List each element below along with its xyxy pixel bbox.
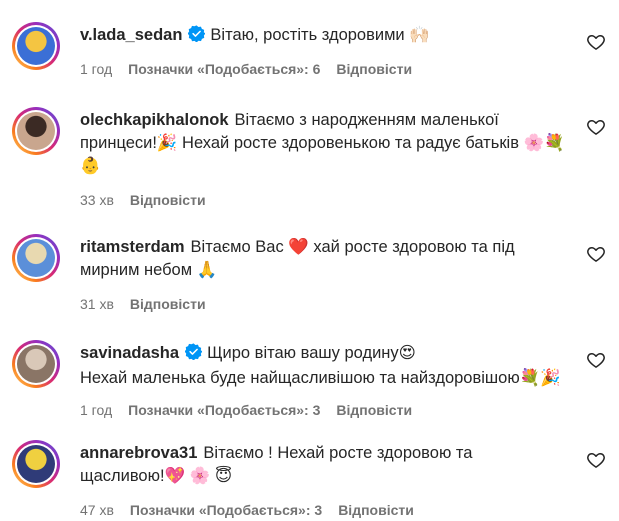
comment-text: olechkapikhalonok Вітаємо з народженням м… bbox=[80, 109, 575, 178]
comment-time[interactable]: 1 год bbox=[80, 61, 112, 77]
avatar[interactable] bbox=[12, 440, 60, 488]
comment-text-line: 👶 bbox=[80, 157, 101, 175]
comment-meta: 1 год Позначки «Подобається»: 3 Відповісти bbox=[80, 402, 428, 418]
avatar[interactable] bbox=[12, 340, 60, 388]
heart-outline-icon[interactable] bbox=[586, 450, 606, 470]
avatar-photo bbox=[17, 112, 55, 150]
username-link[interactable]: ritamsterdam bbox=[80, 238, 185, 256]
comment-text-line: Вітаємо з народженням маленької bbox=[234, 111, 499, 129]
comment-line: принцеси!🎉 Нехай росте здоровенькою та р… bbox=[80, 132, 575, 155]
comment-text-line: Нехай маленька буде найщасливішою та най… bbox=[80, 369, 561, 387]
comment-meta: 31 хв Відповісти bbox=[80, 296, 222, 312]
likes-count-link[interactable]: Позначки «Подобається»: 3 bbox=[128, 402, 320, 418]
comment-text-line: Вітаю, ростіть здоровими 🙌🏻 bbox=[210, 26, 430, 44]
comment-text: savinadasha Щиро вітаю вашу родину😍 Нехай … bbox=[80, 342, 575, 390]
heart-outline-icon[interactable] bbox=[586, 244, 606, 264]
username-link[interactable]: olechkapikhalonok bbox=[80, 111, 229, 129]
avatar[interactable] bbox=[12, 234, 60, 282]
comment-line: щасливою!💖 🌸 😇 bbox=[80, 465, 575, 488]
likes-count-link[interactable]: Позначки «Подобається»: 6 bbox=[128, 61, 320, 77]
comment-line: annarebrova31 Вітаємо ! Нехай росте здоро… bbox=[80, 442, 575, 465]
reply-button[interactable]: Відповісти bbox=[338, 502, 414, 518]
comment-text-line: Вітаємо ! Нехай росте здоровою та bbox=[203, 444, 473, 462]
comment-text-line: щасливою!💖 🌸 😇 bbox=[80, 467, 233, 485]
avatar-photo bbox=[17, 27, 55, 65]
avatar-photo bbox=[17, 239, 55, 277]
comment-line: мирним небом 🙏 bbox=[80, 259, 575, 282]
comment-line: savinadasha Щиро вітаю вашу родину😍 bbox=[80, 342, 575, 367]
comment-line: 👶 bbox=[80, 155, 575, 178]
username-link[interactable]: v.lada_sedan bbox=[80, 26, 182, 44]
avatar-photo bbox=[17, 345, 55, 383]
reply-button[interactable]: Відповісти bbox=[130, 192, 206, 208]
username-link[interactable]: savinadasha bbox=[80, 344, 179, 362]
likes-count-link[interactable]: Позначки «Подобається»: 3 bbox=[130, 502, 322, 518]
comment-line: olechkapikhalonok Вітаємо з народженням м… bbox=[80, 109, 575, 132]
verified-badge-icon bbox=[187, 25, 206, 49]
avatar[interactable] bbox=[12, 22, 60, 70]
heart-outline-icon[interactable] bbox=[586, 350, 606, 370]
comment-line: ritamsterdam Вітаємо Вас ❤️ хай росте здо… bbox=[80, 236, 575, 259]
reply-button[interactable]: Відповісти bbox=[130, 296, 206, 312]
comment-time[interactable]: 1 год bbox=[80, 402, 112, 418]
comment-meta: 1 год Позначки «Подобається»: 6 Відповісти bbox=[80, 61, 428, 77]
comment-text-line: мирним небом 🙏 bbox=[80, 261, 218, 279]
verified-badge-icon bbox=[184, 343, 203, 367]
comment-line: v.lada_sedan Вітаю, ростіть здоровими 🙌🏻 bbox=[80, 24, 575, 49]
comment-line: Нехай маленька буде найщасливішою та най… bbox=[80, 367, 575, 390]
comment-time[interactable]: 47 хв bbox=[80, 502, 114, 518]
heart-outline-icon[interactable] bbox=[586, 117, 606, 137]
comment-text: v.lada_sedan Вітаю, ростіть здоровими 🙌🏻 bbox=[80, 24, 575, 49]
avatar-photo bbox=[17, 445, 55, 483]
avatar[interactable] bbox=[12, 107, 60, 155]
comment-text-line: Щиро вітаю вашу родину😍 bbox=[207, 344, 416, 362]
comment-time[interactable]: 31 хв bbox=[80, 296, 114, 312]
reply-button[interactable]: Відповісти bbox=[336, 402, 412, 418]
comment-time[interactable]: 33 хв bbox=[80, 192, 114, 208]
username-link[interactable]: annarebrova31 bbox=[80, 444, 197, 462]
comment-text: annarebrova31 Вітаємо ! Нехай росте здоро… bbox=[80, 442, 575, 488]
comment-meta: 33 хв Відповісти bbox=[80, 192, 222, 208]
comment-text: ritamsterdam Вітаємо Вас ❤️ хай росте здо… bbox=[80, 236, 575, 282]
heart-outline-icon[interactable] bbox=[586, 32, 606, 52]
comment-text-line: принцеси!🎉 Нехай росте здоровенькою та р… bbox=[80, 134, 565, 152]
comment-meta: 47 хв Позначки «Подобається»: 3 Відповісти bbox=[80, 502, 430, 518]
reply-button[interactable]: Відповісти bbox=[336, 61, 412, 77]
comment-text-line: Вітаємо Вас ❤️ хай росте здоровою та під bbox=[190, 238, 515, 256]
